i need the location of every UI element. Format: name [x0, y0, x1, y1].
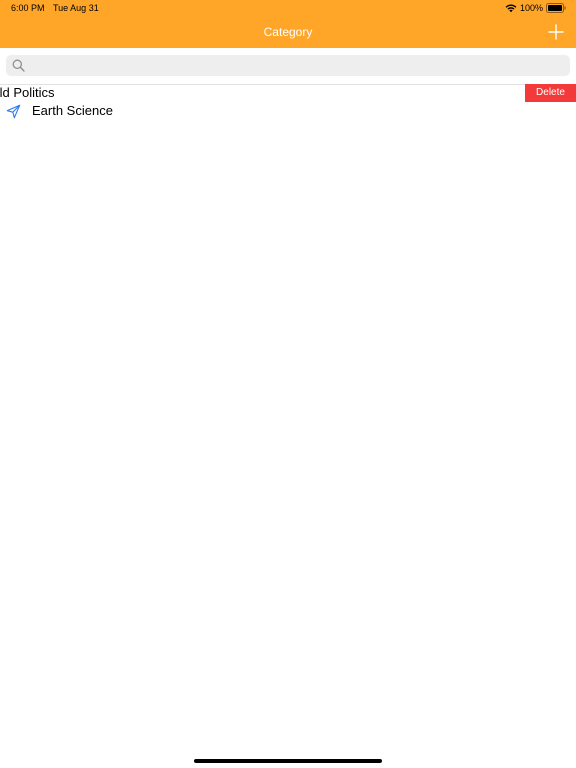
search-bar[interactable] — [6, 55, 570, 76]
battery-icon — [546, 3, 566, 13]
navigation-header: 6:00 PM Tue Aug 31 100% Category — [0, 0, 576, 48]
list-item-world-politics[interactable]: World Politics Delete — [0, 84, 576, 102]
page-title: Category — [263, 25, 313, 39]
delete-button[interactable]: Delete — [525, 84, 576, 102]
list-item-label: World Politics — [0, 85, 55, 100]
magnifying-glass-icon — [12, 59, 25, 72]
paper-plane-icon — [6, 104, 21, 119]
status-time: 6:00 PM — [11, 3, 45, 13]
home-indicator[interactable] — [194, 759, 382, 763]
list-item-earth-science[interactable]: Earth Science — [0, 102, 576, 120]
wifi-icon — [505, 4, 517, 13]
search-input[interactable] — [30, 55, 560, 76]
status-date: Tue Aug 31 — [53, 3, 99, 13]
battery-percent: 100% — [519, 3, 543, 13]
status-bar: 6:00 PM Tue Aug 31 100% — [0, 0, 576, 16]
plus-icon[interactable] — [548, 24, 564, 40]
list-item-label: Earth Science — [32, 103, 113, 118]
status-indicators: 100% — [505, 2, 566, 14]
